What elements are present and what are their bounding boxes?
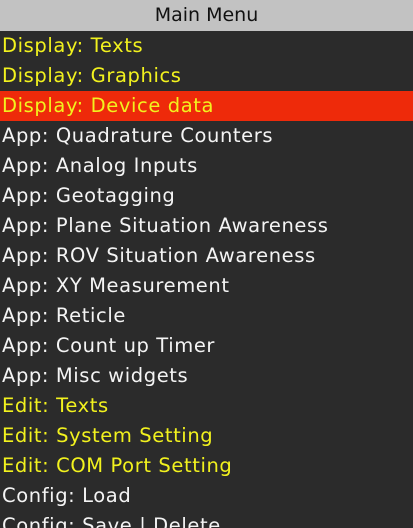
main-menu: Main Menu Display: Texts Display: Graphi… (0, 0, 413, 528)
menu-item-config-load[interactable]: Config: Load (0, 481, 413, 511)
menu-item-app-rov-situation-awareness[interactable]: App: ROV Situation Awareness (0, 241, 413, 271)
menu-item-app-xy-measurement[interactable]: App: XY Measurement (0, 271, 413, 301)
menu-list: Display: Texts Display: Graphics Display… (0, 31, 413, 528)
menu-item-edit-system-setting[interactable]: Edit: System Setting (0, 421, 413, 451)
menu-item-display-device-data[interactable]: Display: Device data (0, 91, 413, 121)
menu-title: Main Menu (0, 0, 413, 31)
menu-item-display-graphics[interactable]: Display: Graphics (0, 61, 413, 91)
menu-item-app-geotagging[interactable]: App: Geotagging (0, 181, 413, 211)
menu-item-app-count-up-timer[interactable]: App: Count up Timer (0, 331, 413, 361)
menu-item-app-plane-situation-awareness[interactable]: App: Plane Situation Awareness (0, 211, 413, 241)
menu-item-config-save-delete[interactable]: Config: Save | Delete (0, 511, 413, 528)
menu-item-edit-com-port-setting[interactable]: Edit: COM Port Setting (0, 451, 413, 481)
menu-item-edit-texts[interactable]: Edit: Texts (0, 391, 413, 421)
menu-item-app-analog-inputs[interactable]: App: Analog Inputs (0, 151, 413, 181)
menu-item-app-misc-widgets[interactable]: App: Misc widgets (0, 361, 413, 391)
menu-item-app-quadrature-counters[interactable]: App: Quadrature Counters (0, 121, 413, 151)
menu-item-display-texts[interactable]: Display: Texts (0, 31, 413, 61)
menu-item-app-reticle[interactable]: App: Reticle (0, 301, 413, 331)
